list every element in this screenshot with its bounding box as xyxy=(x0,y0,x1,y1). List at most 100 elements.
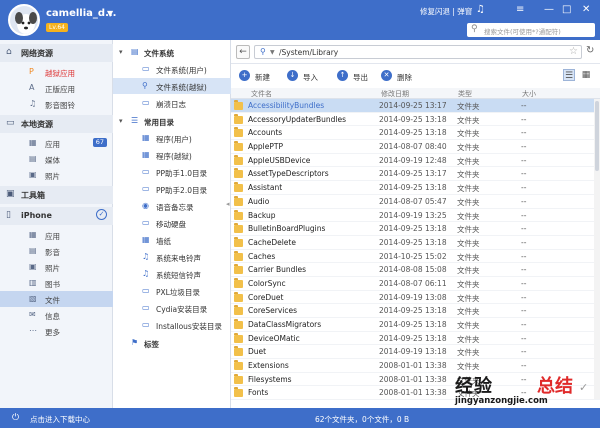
table-row[interactable]: Caches 2014-10-25 15:02 文件夹 -- xyxy=(231,250,600,264)
maximize-icon[interactable]: □ xyxy=(562,4,571,15)
file-type: 文件夹 xyxy=(457,184,480,194)
sidebar-item-label: 应用 xyxy=(45,232,60,241)
tree-item-voice-memos[interactable]: ◉ 语音备忘录 xyxy=(113,198,231,214)
close-icon[interactable]: ✕ xyxy=(582,4,590,15)
list-view-icon[interactable]: ☰ xyxy=(563,69,575,81)
table-row[interactable]: AccessoryUpdaterBundles 2014-09-25 13:18 文… xyxy=(231,113,600,127)
table-row[interactable]: CacheDelete 2014-09-25 13:18 文件夹 -- xyxy=(231,236,600,250)
folder-icon xyxy=(234,168,243,179)
table-row[interactable]: Extensions 2008-01-01 13:38 文件夹 -- xyxy=(231,359,600,373)
ringtone-icon: ♫ xyxy=(142,252,150,261)
table-row[interactable]: Backup 2014-09-19 13:25 文件夹 -- xyxy=(231,209,600,223)
folder-icon xyxy=(234,209,243,220)
sidebar-item-local-apps[interactable]: ▦ 应用 67 xyxy=(0,135,113,151)
table-row[interactable]: AccessibilityBundles 2014-09-25 13:17 文件夹 -… xyxy=(231,99,600,113)
appstore-icon: A xyxy=(29,83,35,92)
tree-item-pp1-dir[interactable]: ▭ PP助手1.0目录 xyxy=(113,164,231,180)
sidebar-item-iphone-books[interactable]: ▥ 图书 xyxy=(0,275,113,291)
sidebar-item-iphone-files[interactable]: ▧ 文件 xyxy=(0,291,113,307)
tree-item-crash-logs[interactable]: ▭ 崩溃日志 xyxy=(113,95,231,111)
column-date[interactable]: 修改日期 xyxy=(381,89,409,99)
table-row[interactable]: DataClassMigrators 2014-09-25 13:18 文件夹 -- xyxy=(231,318,600,332)
table-row[interactable]: ApplePTP 2014-08-07 08:40 文件夹 -- xyxy=(231,140,600,154)
star-icon[interactable]: ☆ xyxy=(569,46,578,57)
search-input[interactable]: ⚲ 搜索文件(可使用*?通配符) xyxy=(467,23,595,37)
username[interactable]: camellia_d... xyxy=(46,8,116,19)
table-row[interactable]: AssetTypeDescriptors 2014-09-25 13:17 文件夹 -… xyxy=(231,167,600,182)
music-icon[interactable]: ♫ xyxy=(476,4,485,15)
sidebar-item-local-media[interactable]: ▤ 媒体 xyxy=(0,151,113,167)
table-row[interactable]: Assistant 2014-09-25 13:18 文件夹 -- xyxy=(231,181,600,195)
file-date: 2014-09-25 13:18 xyxy=(379,306,447,316)
tree-item-apps-user[interactable]: ▦ 程序(用户) xyxy=(113,130,231,146)
back-button[interactable]: ← xyxy=(236,45,250,59)
sidebar-item-iphone-more[interactable]: ⋯ 更多 xyxy=(0,323,113,339)
sidebar-section-network[interactable]: ⌂ 网络资源 xyxy=(0,44,113,62)
sidebar-section-local[interactable]: ▭ 本地资源 xyxy=(0,115,113,133)
download-center-link[interactable]: 点击进入下载中心 xyxy=(30,414,90,425)
collapse-icon[interactable]: ▾ xyxy=(119,48,123,56)
sidebar-item-jailbreak-apps[interactable]: P 越狱应用 xyxy=(0,64,113,80)
sidebar-item-iphone-apps[interactable]: ▦ 应用 xyxy=(0,227,113,243)
power-icon[interactable]: ⏻ xyxy=(12,413,19,423)
scrollbar-thumb[interactable] xyxy=(595,101,599,171)
tree-item-pp2-dir[interactable]: ▭ PP助手2.0目录 xyxy=(113,181,231,197)
list-icon: ☰ xyxy=(131,116,139,125)
tree-item-ringtones[interactable]: ♫ 系统来电铃声 xyxy=(113,249,231,265)
column-name[interactable]: 文件名 xyxy=(251,89,272,99)
collapse-icon[interactable]: ▾ xyxy=(119,117,123,125)
sidebar-item-iphone-photos[interactable]: ▣ 照片 xyxy=(0,259,113,275)
file-type: 文件夹 xyxy=(457,143,480,153)
column-type[interactable]: 类型 xyxy=(458,89,472,99)
sidebar-item-iphone-messages[interactable]: ✉ 信息 xyxy=(0,307,113,323)
sidebar-item-official-apps[interactable]: A 正版应用 xyxy=(0,80,113,96)
tree-item-cydia-dir[interactable]: ▭ Cydia安装目录 xyxy=(113,300,231,316)
table-row[interactable]: AppleUSBDevice 2014-09-19 12:48 文件夹 -- xyxy=(231,154,600,168)
table-row[interactable]: Accounts 2014-09-25 13:18 文件夹 -- xyxy=(231,126,600,141)
tree-item-filesystem-user[interactable]: ▭ 文件系统(用户) xyxy=(113,61,231,77)
folder-icon xyxy=(234,332,243,343)
table-row[interactable]: Audio 2014-08-07 05:47 文件夹 -- xyxy=(231,195,600,209)
tree-item-apps-jailbreak[interactable]: ▦ 程序(越狱) xyxy=(113,147,231,163)
sidebar-item-media-ringtones[interactable]: ♫ 影音图铃 xyxy=(0,96,113,112)
grid-view-icon[interactable]: ▦ xyxy=(580,69,592,81)
repair-crash-button[interactable]: 修复闪退 | 弹窗 xyxy=(420,6,472,17)
tree-section-common[interactable]: ▾ ☰ 常用目录 xyxy=(113,113,231,129)
column-size[interactable]: 大小 xyxy=(522,89,536,99)
tree-item-filesystem-jailbreak[interactable]: ⚲ 文件系统(越狱) xyxy=(113,78,231,94)
path-input[interactable]: ⚲ ▼ /System/Library ☆ xyxy=(254,45,582,59)
table-row[interactable]: DeviceOMatic 2014-09-25 13:18 文件夹 -- xyxy=(231,332,600,346)
chevron-down-icon[interactable]: ▼ xyxy=(270,49,275,56)
tree-item-sms-tones[interactable]: ♫ 系统短信铃声 xyxy=(113,266,231,282)
ringtone-icon: ♫ xyxy=(142,269,150,278)
tree-item-mobile-drive[interactable]: ▭ 移动硬盘 xyxy=(113,215,231,231)
table-row[interactable]: CoreServices 2014-09-25 13:18 文件夹 -- xyxy=(231,304,600,318)
sidebar-section-iphone[interactable]: ▯ iPhone ✓ xyxy=(0,207,113,225)
tree-item-pxl-trash[interactable]: ▭ PXL垃圾目录 xyxy=(113,283,231,299)
minimize-icon[interactable]: — xyxy=(544,4,554,15)
tree-section-filesystem[interactable]: ▾ ▤ 文件系统 xyxy=(113,44,231,60)
avatar[interactable] xyxy=(8,4,40,36)
file-size: -- xyxy=(521,278,527,288)
file-type: 文件夹 xyxy=(457,252,480,262)
tree-item-wallpaper[interactable]: ▦ 墙纸 xyxy=(113,232,231,248)
table-row[interactable]: CoreDuet 2014-09-19 13:08 文件夹 -- xyxy=(231,291,600,305)
file-size: -- xyxy=(521,101,527,110)
sidebar-item-local-photos[interactable]: ▣ 照片 xyxy=(0,167,113,183)
menu-icon[interactable]: ≡ xyxy=(516,4,524,15)
folder-icon xyxy=(234,100,243,110)
table-row[interactable]: BulletinBoardPlugins 2014-09-25 13:18 文件夹 -… xyxy=(231,222,600,236)
panel-collapse-handle[interactable]: ◂ xyxy=(226,200,230,208)
table-row[interactable]: Duet 2014-09-19 13:18 文件夹 -- xyxy=(231,345,600,360)
folder-icon xyxy=(234,305,243,316)
chevron-down-icon[interactable]: ▼ xyxy=(107,9,113,18)
tree-section-tags[interactable]: ⚑ 标签 xyxy=(113,335,231,351)
tree-item-label: Cydia安装目录 xyxy=(156,305,208,314)
tree-item-installous-dir[interactable]: ▭ Installous安装目录 xyxy=(113,317,231,333)
refresh-icon[interactable]: ↻ xyxy=(586,45,594,56)
vertical-scrollbar[interactable] xyxy=(594,99,600,399)
sidebar-section-toolbox[interactable]: ▣ 工具箱 xyxy=(0,186,113,204)
sidebar-item-iphone-media[interactable]: ▤ 影音 xyxy=(0,243,113,259)
table-row[interactable]: Carrier Bundles 2014-08-08 15:08 文件夹 -- xyxy=(231,263,600,277)
table-row[interactable]: ColorSync 2014-08-07 06:11 文件夹 -- xyxy=(231,277,600,291)
